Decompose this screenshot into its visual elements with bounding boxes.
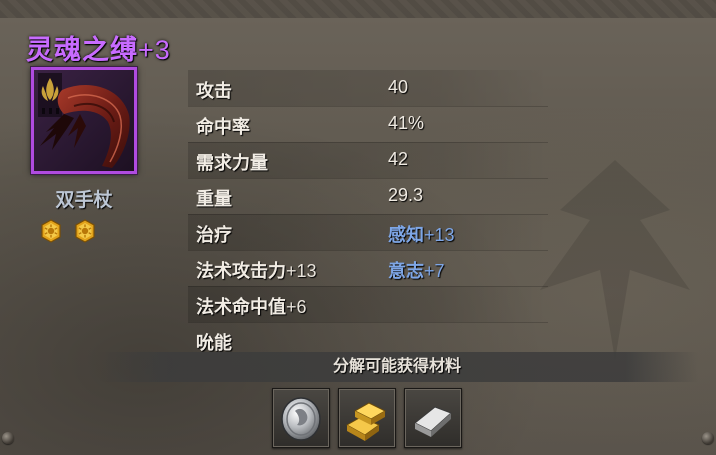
materials-header: 分解可能获得材料 bbox=[96, 352, 698, 382]
stat-value-healing: 感知+13 bbox=[388, 221, 455, 247]
material-slot[interactable] bbox=[404, 388, 462, 448]
row-divider bbox=[188, 286, 548, 287]
stat-label-hit-rate: 命中率 bbox=[196, 117, 250, 137]
stat-value-weight: 29.3 bbox=[388, 185, 424, 205]
stat-label-spell-attack: 法术攻击力+13 bbox=[196, 257, 317, 283]
stat-label-weight: 重量 bbox=[196, 189, 232, 209]
emblem-watermark-icon bbox=[540, 160, 690, 360]
item-tooltip-panel: 灵魂之缚+3 双手杖 攻击 40 命中率 41% 需求力量 42 重量 29.3… bbox=[0, 0, 716, 455]
stat-label-text: 法术攻击力 bbox=[196, 261, 286, 281]
stat-value-strength-req: 42 bbox=[388, 149, 409, 169]
rivet-icon bbox=[2, 432, 14, 444]
gold-bars-icon bbox=[345, 402, 387, 441]
item-enhance-level: +3 bbox=[138, 35, 171, 65]
weapon-type-label: 双手杖 bbox=[55, 190, 113, 211]
item-name: 灵魂之缚 bbox=[26, 35, 138, 65]
row-divider bbox=[188, 214, 548, 215]
stat-scaling-attr: 感知 bbox=[388, 225, 424, 245]
stat-value-spell-attack: 意志+7 bbox=[388, 257, 445, 283]
stat-scaling-bonus: +13 bbox=[424, 225, 455, 245]
stat-label-spell-hit: 法术命中值+6 bbox=[196, 293, 307, 319]
table-row bbox=[188, 70, 548, 106]
stat-label-text: 法术命中值 bbox=[196, 297, 286, 317]
decorative-border bbox=[0, 0, 716, 18]
stat-scaling-attr: 意志 bbox=[388, 261, 424, 281]
stat-value-hit-rate: 41% bbox=[388, 113, 425, 133]
row-divider bbox=[188, 322, 548, 323]
gold-sun-gem-icon[interactable] bbox=[39, 219, 63, 243]
table-row bbox=[188, 178, 548, 214]
row-divider bbox=[188, 106, 548, 107]
table-row bbox=[188, 214, 548, 250]
material-slot[interactable] bbox=[338, 388, 396, 448]
material-slot[interactable] bbox=[272, 388, 330, 448]
stat-label-bonus: +13 bbox=[286, 261, 317, 281]
soul-staff-icon bbox=[34, 70, 134, 171]
stat-scaling-bonus: +7 bbox=[424, 261, 445, 281]
stat-label-healing: 治疗 bbox=[196, 225, 232, 245]
item-icon-frame[interactable] bbox=[31, 67, 137, 174]
row-divider bbox=[188, 250, 548, 251]
stat-label-bonus: +6 bbox=[286, 297, 307, 317]
iron-ingot-icon bbox=[414, 406, 452, 437]
item-title: 灵魂之缚+3 bbox=[26, 28, 171, 67]
row-divider bbox=[188, 142, 548, 143]
stat-label-strength-req: 需求力量 bbox=[196, 153, 268, 173]
row-divider bbox=[188, 178, 548, 179]
gold-sun-gem-icon[interactable] bbox=[73, 219, 97, 243]
rivet-icon bbox=[702, 432, 714, 444]
stat-label-attack: 攻击 bbox=[196, 81, 232, 101]
silver-coin-icon bbox=[281, 397, 321, 441]
stat-value-attack: 40 bbox=[388, 77, 409, 97]
